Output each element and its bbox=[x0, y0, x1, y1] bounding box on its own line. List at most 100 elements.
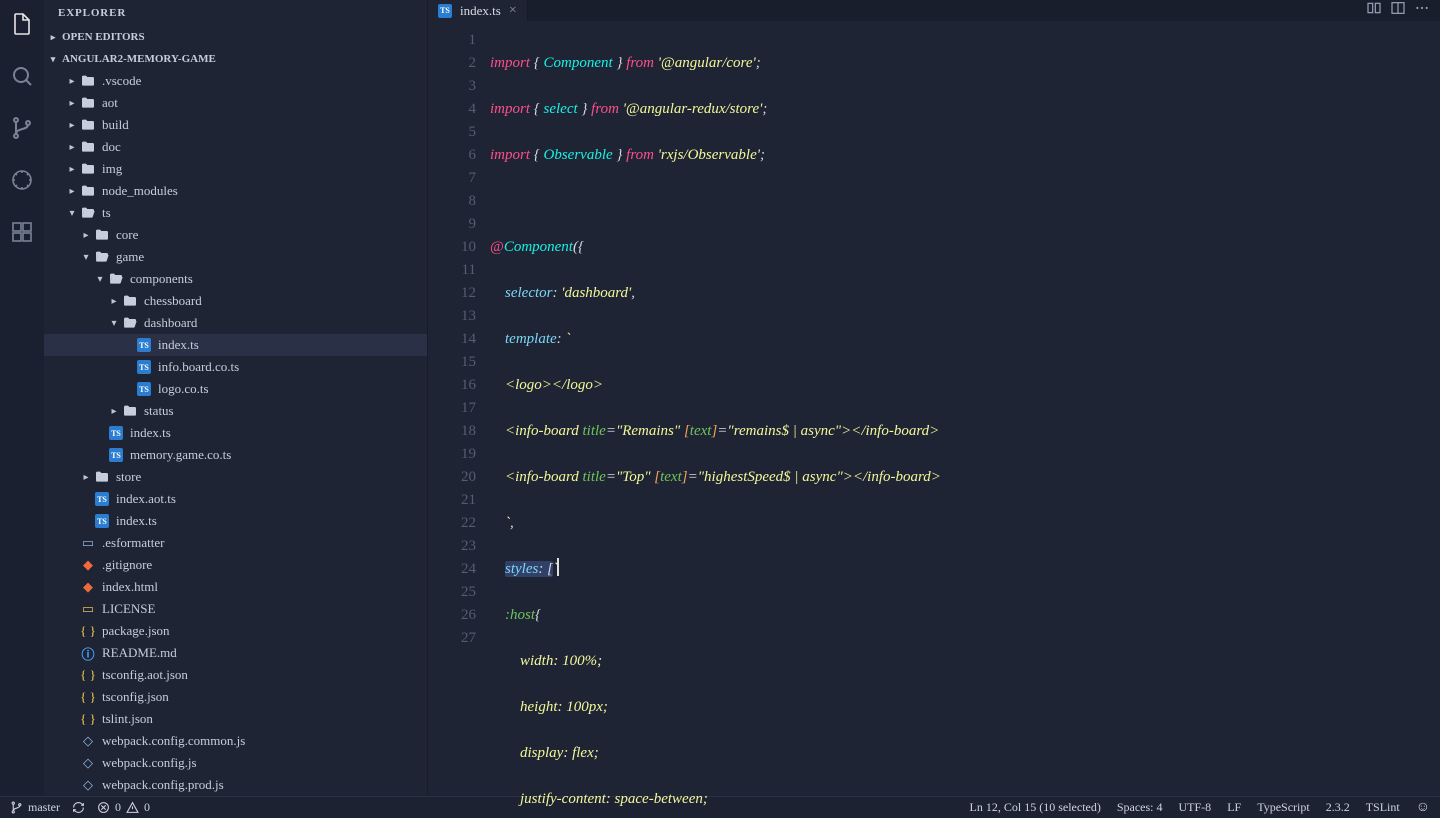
tree-item[interactable]: ◆ index.html bbox=[44, 576, 427, 598]
tree-item[interactable]: ▸aot bbox=[44, 92, 427, 114]
tree-item-label: tslint.json bbox=[102, 711, 153, 727]
tree-item-label: store bbox=[116, 469, 141, 485]
tree-item-label: index.ts bbox=[158, 337, 199, 353]
tree-item[interactable]: { } tsconfig.aot.json bbox=[44, 664, 427, 686]
file-icon: ▭ bbox=[80, 535, 96, 551]
git-branch-status[interactable]: master bbox=[10, 800, 60, 815]
chevron-icon: ▸ bbox=[78, 230, 94, 241]
tree-item-label: build bbox=[102, 117, 129, 133]
tree-item[interactable]: ▭ .esformatter bbox=[44, 532, 427, 554]
tree-item-label: node_modules bbox=[102, 183, 178, 199]
editor: TS index.ts × 12345678910111213141516171… bbox=[428, 0, 1440, 796]
open-editors-label: OPEN EDITORS bbox=[62, 31, 145, 43]
code-content[interactable]: import { Component } from '@angular/core… bbox=[490, 21, 1440, 818]
tree-item[interactable]: ▸.vscode bbox=[44, 70, 427, 92]
tree-item[interactable]: ⓘREADME.md bbox=[44, 642, 427, 664]
webpack-icon: ◇ bbox=[80, 777, 96, 793]
tree-item[interactable]: ▸ doc bbox=[44, 136, 427, 158]
tree-item-label: chessboard bbox=[144, 293, 202, 309]
tree-item[interactable]: TS index.aot.ts bbox=[44, 488, 427, 510]
section-project[interactable]: ▾ ANGULAR2-MEMORY-GAME bbox=[44, 48, 427, 70]
file-tree: ▸.vscode▸aot▸build▸doc▸img▸node_modules▾… bbox=[44, 70, 427, 796]
tree-item[interactable]: { } package.json bbox=[44, 620, 427, 642]
tree-item[interactable]: ▾components bbox=[44, 268, 427, 290]
tree-item[interactable]: ▸node_modules bbox=[44, 180, 427, 202]
tree-item-label: dashboard bbox=[144, 315, 197, 331]
typescript-icon: TS bbox=[136, 337, 152, 353]
git-icon: ◆ bbox=[80, 557, 96, 573]
folder-icon bbox=[80, 73, 96, 89]
tree-item[interactable]: ▸ build bbox=[44, 114, 427, 136]
chevron-icon: ▸ bbox=[106, 296, 122, 307]
sync-status[interactable] bbox=[72, 801, 85, 814]
json-icon: { } bbox=[80, 667, 96, 683]
tree-item[interactable]: ▸ chessboard bbox=[44, 290, 427, 312]
tree-item[interactable]: { }tslint.json bbox=[44, 708, 427, 730]
tree-item[interactable]: TS info.board.co.ts bbox=[44, 356, 427, 378]
code-area[interactable]: 1234567891011121314151617181920212223242… bbox=[428, 21, 1440, 818]
branch-label: master bbox=[28, 800, 60, 815]
debug-icon[interactable] bbox=[0, 160, 44, 200]
tree-item[interactable]: ▸img bbox=[44, 158, 427, 180]
tree-item-label: index.html bbox=[102, 579, 158, 595]
split-editor-icon[interactable] bbox=[1390, 0, 1406, 21]
tab-index-ts[interactable]: TS index.ts × bbox=[428, 0, 528, 21]
tree-item-label: info.board.co.ts bbox=[158, 359, 239, 375]
typescript-icon: TS bbox=[136, 359, 152, 375]
errors-count: 0 bbox=[115, 800, 121, 815]
chevron-icon: ▸ bbox=[64, 120, 80, 131]
typescript-icon: TS bbox=[94, 513, 110, 529]
tree-item[interactable]: TSmemory.game.co.ts bbox=[44, 444, 427, 466]
tree-item-label: package.json bbox=[102, 623, 170, 639]
webpack-icon: ◇ bbox=[80, 733, 96, 749]
typescript-icon: TS bbox=[108, 447, 124, 463]
explorer-icon[interactable] bbox=[0, 4, 44, 44]
folder-open-icon bbox=[80, 205, 96, 221]
folder-open-icon bbox=[122, 315, 138, 331]
sidebar: EXPLORER ▸ OPEN EDITORS ▾ ANGULAR2-MEMOR… bbox=[44, 0, 428, 796]
folder-icon bbox=[80, 139, 96, 155]
tree-item[interactable]: TSindex.ts bbox=[44, 422, 427, 444]
git-branch-icon[interactable] bbox=[0, 108, 44, 148]
folder-icon bbox=[122, 403, 138, 419]
section-open-editors[interactable]: ▸ OPEN EDITORS bbox=[44, 26, 427, 48]
tree-item[interactable]: ▾ts bbox=[44, 202, 427, 224]
problems-status[interactable]: 0 0 bbox=[97, 800, 150, 815]
tree-item[interactable]: TSindex.ts bbox=[44, 510, 427, 532]
tree-item[interactable]: ▾dashboard bbox=[44, 312, 427, 334]
tree-item-label: tsconfig.aot.json bbox=[102, 667, 188, 683]
tree-item[interactable]: ◇webpack.config.common.js bbox=[44, 730, 427, 752]
tree-item-label: img bbox=[102, 161, 122, 177]
search-icon[interactable] bbox=[0, 56, 44, 96]
tree-item-label: README.md bbox=[102, 645, 177, 661]
typescript-icon: TS bbox=[94, 491, 110, 507]
typescript-icon: TS bbox=[136, 381, 152, 397]
tree-item[interactable]: ▭LICENSE bbox=[44, 598, 427, 620]
tree-item-label: .esformatter bbox=[102, 535, 164, 551]
activity-bar bbox=[0, 0, 44, 796]
chevron-icon: ▾ bbox=[64, 208, 80, 219]
tree-item[interactable]: ◇webpack.config.js bbox=[44, 752, 427, 774]
tree-item-label: index.aot.ts bbox=[116, 491, 176, 507]
html-icon: ◆ bbox=[80, 579, 96, 595]
tree-item[interactable]: ▸store bbox=[44, 466, 427, 488]
more-icon[interactable] bbox=[1414, 0, 1430, 21]
chevron-icon: ▸ bbox=[106, 406, 122, 417]
tree-item[interactable]: TS index.ts bbox=[44, 334, 427, 356]
chevron-icon: ▸ bbox=[64, 142, 80, 153]
json-icon: { } bbox=[80, 623, 96, 639]
tree-item[interactable]: ▾game bbox=[44, 246, 427, 268]
tree-item[interactable]: ▸status bbox=[44, 400, 427, 422]
close-icon[interactable]: × bbox=[509, 3, 517, 19]
tree-item[interactable]: { }tsconfig.json bbox=[44, 686, 427, 708]
typescript-icon: TS bbox=[108, 425, 124, 441]
extensions-icon[interactable] bbox=[0, 212, 44, 252]
tree-item[interactable]: ◆.gitignore bbox=[44, 554, 427, 576]
tree-item[interactable]: ▸core bbox=[44, 224, 427, 246]
folder-open-icon bbox=[94, 249, 110, 265]
tree-item[interactable]: ◇webpack.config.prod.js bbox=[44, 774, 427, 796]
compare-icon[interactable] bbox=[1366, 0, 1382, 21]
tree-item-label: doc bbox=[102, 139, 121, 155]
tree-item-label: components bbox=[130, 271, 193, 287]
tree-item[interactable]: TSlogo.co.ts bbox=[44, 378, 427, 400]
